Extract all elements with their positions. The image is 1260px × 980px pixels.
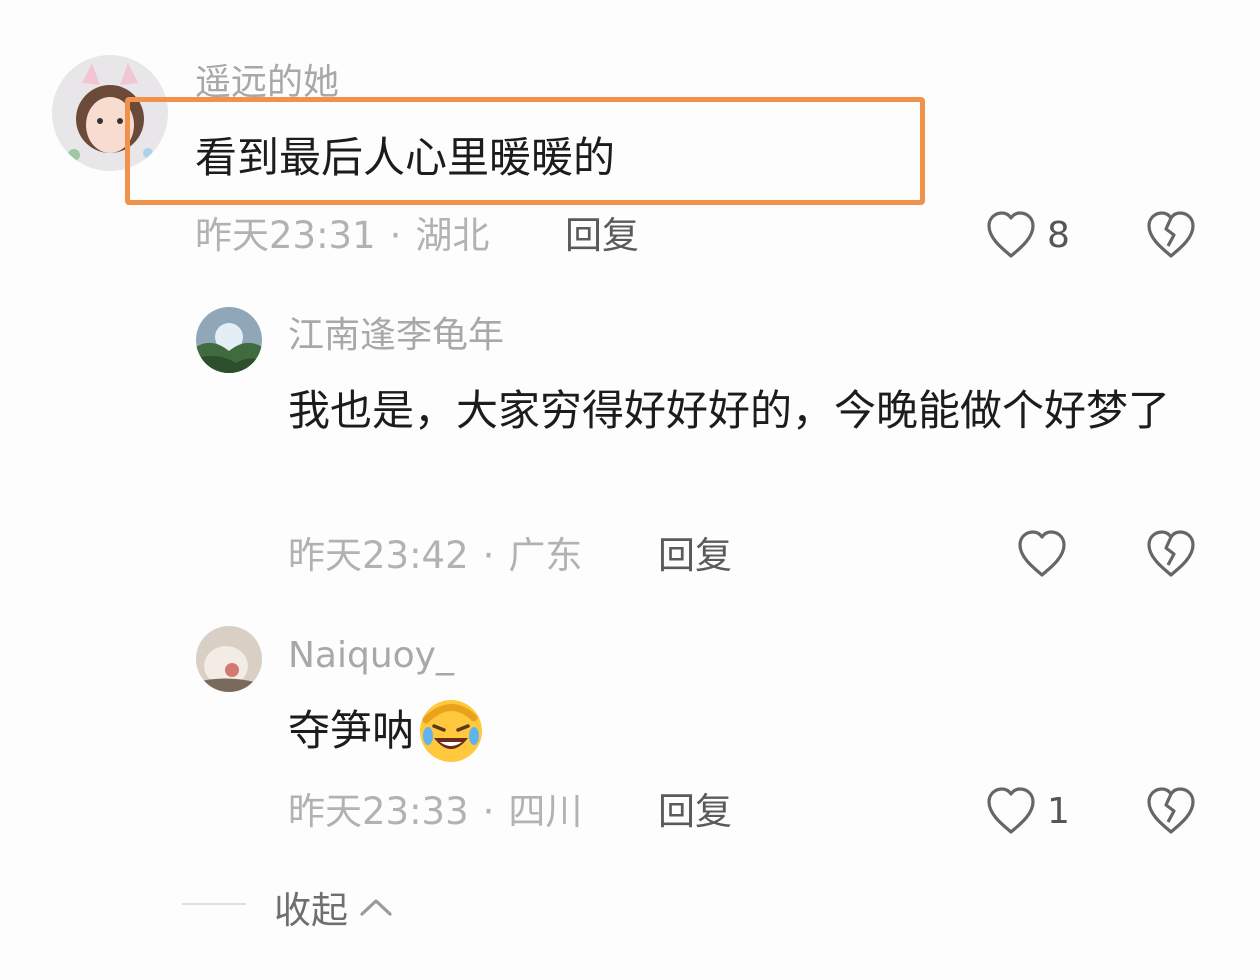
comment-time: 昨天23:33: [288, 790, 469, 833]
reply-button[interactable]: 回复: [658, 537, 732, 574]
comment-text: 看到最后人心里暖暖的: [195, 133, 616, 182]
collapse-divider: [182, 903, 246, 905]
collapse-button[interactable]: 收起: [274, 880, 396, 934]
like-button[interactable]: 8: [985, 210, 1070, 260]
broken-heart-icon: [1147, 211, 1195, 258]
reply-button[interactable]: 回复: [565, 217, 639, 254]
meta-separator: ·: [482, 534, 495, 577]
comment-time: 昨天23:31: [195, 214, 376, 257]
dislike-button[interactable]: [1145, 210, 1197, 264]
comment-location: 四川: [508, 790, 583, 833]
heart-outline-icon: [1018, 530, 1066, 577]
like-button[interactable]: [1016, 529, 1078, 579]
reply-button[interactable]: 回复: [658, 793, 732, 830]
avatar[interactable]: [196, 626, 262, 692]
comment-text-row: 夺笋呐: [288, 696, 486, 766]
comment-location: 湖北: [415, 214, 490, 257]
comment-location: 广东: [508, 534, 583, 577]
comment-meta: 昨天23:33 · 四川: [288, 793, 582, 830]
comment-meta: 昨天23:31 · 湖北: [195, 217, 489, 254]
comment-text: 夺笋呐: [288, 706, 415, 756]
avatar[interactable]: [196, 307, 262, 373]
like-count: 8: [1047, 214, 1070, 256]
collapse-label: 收起: [274, 889, 348, 932]
comment-time: 昨天23:42: [288, 534, 469, 577]
dislike-button[interactable]: [1145, 529, 1197, 583]
chevron-up-icon: [360, 899, 392, 916]
like-count: 1: [1047, 790, 1070, 832]
broken-heart-icon: [1147, 530, 1195, 577]
broken-heart-icon: [1147, 787, 1195, 834]
dislike-button[interactable]: [1145, 786, 1197, 840]
meta-separator: ·: [389, 214, 402, 257]
comment-username[interactable]: 江南逢李龟年: [288, 318, 504, 354]
comment-meta: 昨天23:42 · 广东: [288, 537, 582, 574]
comment-username[interactable]: 遥远的她: [195, 65, 339, 101]
meta-separator: ·: [482, 790, 495, 833]
rofl-emoji-icon: [420, 700, 483, 762]
heart-outline-icon: [987, 787, 1035, 834]
heart-outline-icon: [987, 211, 1035, 258]
comment-username[interactable]: Naiquoy_: [288, 638, 454, 674]
like-button[interactable]: 1: [985, 786, 1070, 836]
comment-text: 我也是，大家穷得好好好的，今晚能做个好梦了: [288, 386, 1171, 435]
